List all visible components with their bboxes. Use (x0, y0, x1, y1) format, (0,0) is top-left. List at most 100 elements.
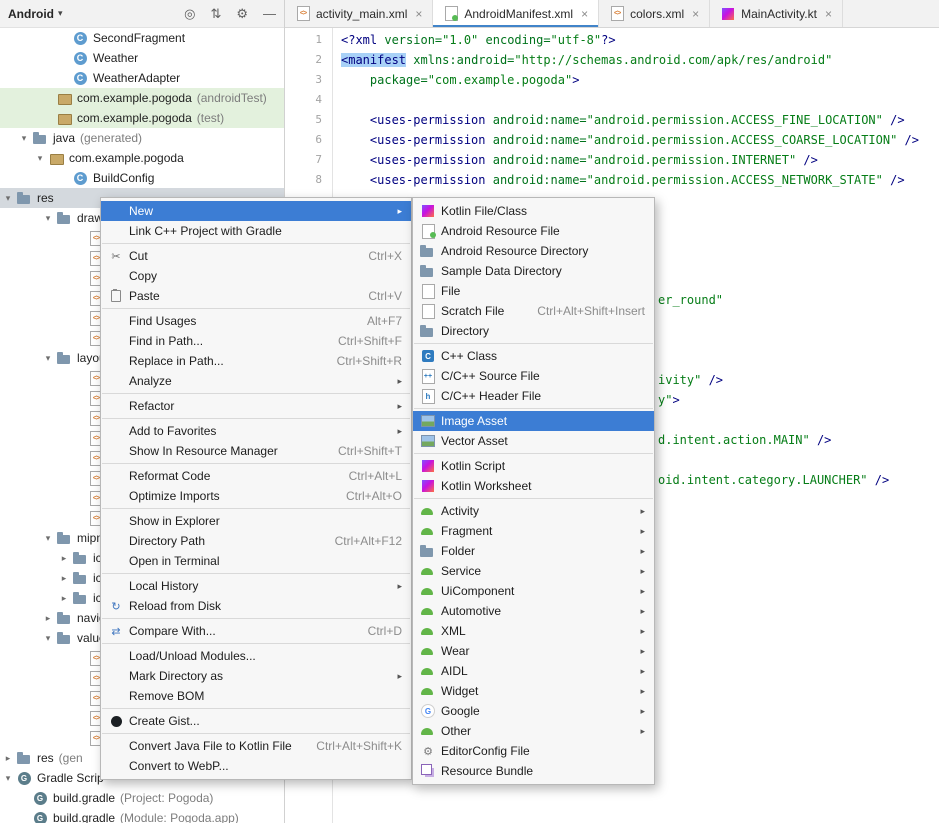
tree-item-com-example-pogoda[interactable]: com.example.pogoda(androidTest) (0, 88, 284, 108)
tab-colors-xml[interactable]: colors.xml× (599, 0, 710, 27)
tab-activity-main-xml[interactable]: activity_main.xml× (285, 0, 433, 27)
submenu-item-kotlin-script[interactable]: Kotlin Script (413, 456, 654, 476)
expand-arrow-icon[interactable]: ▸ (0, 753, 16, 764)
menu-item-paste[interactable]: PasteCtrl+V (101, 286, 411, 306)
expand-arrow-icon[interactable]: ▸ (56, 593, 72, 604)
expand-arrow-icon[interactable]: ▾ (40, 633, 56, 644)
submenu-item-vector-asset[interactable]: Vector Asset (413, 431, 654, 451)
menu-item-add-to-favorites[interactable]: Add to Favorites▸ (101, 421, 411, 441)
submenu-item-scratch-file[interactable]: Scratch FileCtrl+Alt+Shift+Insert (413, 301, 654, 321)
code-fragment[interactable]: y"> (658, 390, 680, 410)
expand-arrow-icon[interactable]: ▾ (16, 133, 32, 144)
menu-item-directory-path[interactable]: Directory PathCtrl+Alt+F12 (101, 531, 411, 551)
menu-item-cut[interactable]: CutCtrl+X (101, 246, 411, 266)
menu-item-compare-with[interactable]: Compare With...Ctrl+D (101, 621, 411, 641)
code-line[interactable]: <uses-permission android:name="android.p… (341, 110, 939, 130)
submenu-item-xml[interactable]: XML▸ (413, 621, 654, 641)
menu-item-reformat-code[interactable]: Reformat CodeCtrl+Alt+L (101, 466, 411, 486)
menu-item-show-in-resource-manager[interactable]: Show In Resource ManagerCtrl+Shift+T (101, 441, 411, 461)
tab-androidmanifest-xml[interactable]: AndroidManifest.xml× (433, 0, 599, 27)
submenu-item-image-asset[interactable]: Image Asset (413, 411, 654, 431)
tree-item-java[interactable]: ▾java(generated) (0, 128, 284, 148)
menu-item-remove-bom[interactable]: Remove BOM (101, 686, 411, 706)
expand-arrow-icon[interactable]: ▸ (56, 573, 72, 584)
submenu-item-google[interactable]: Google▸ (413, 701, 654, 721)
submenu-item-automotive[interactable]: Automotive▸ (413, 601, 654, 621)
submenu-item-uicomponent[interactable]: UiComponent▸ (413, 581, 654, 601)
submenu-item-sample-data-directory[interactable]: Sample Data Directory (413, 261, 654, 281)
expand-arrow-icon[interactable]: ▸ (40, 613, 56, 624)
tree-item-buildconfig[interactable]: BuildConfig (0, 168, 284, 188)
code-fragment[interactable]: er_round" (658, 290, 723, 310)
menu-item-open-in-terminal[interactable]: Open in Terminal (101, 551, 411, 571)
expand-arrow-icon[interactable]: ▾ (0, 193, 16, 204)
menu-item-show-in-explorer[interactable]: Show in Explorer (101, 511, 411, 531)
menu-item-optimize-imports[interactable]: Optimize ImportsCtrl+Alt+O (101, 486, 411, 506)
code-line[interactable] (341, 90, 939, 110)
expand-arrow-icon[interactable]: ▾ (0, 773, 16, 784)
menu-item-local-history[interactable]: Local History▸ (101, 576, 411, 596)
menu-item-copy[interactable]: Copy (101, 266, 411, 286)
submenu-item-c-class[interactable]: C++ Class (413, 346, 654, 366)
submenu-item-kotlin-worksheet[interactable]: Kotlin Worksheet (413, 476, 654, 496)
menu-item-refactor[interactable]: Refactor▸ (101, 396, 411, 416)
tree-item-secondfragment[interactable]: SecondFragment (0, 28, 284, 48)
submenu-item-directory[interactable]: Directory (413, 321, 654, 341)
submenu-item-c-c-header-file[interactable]: C/C++ Header File (413, 386, 654, 406)
hide-panel-icon[interactable]: — (263, 6, 276, 22)
tree-item-weather[interactable]: Weather (0, 48, 284, 68)
menu-item-new[interactable]: New▸ (101, 201, 411, 221)
code-line[interactable]: <uses-permission android:name="android.p… (341, 170, 939, 190)
submenu-item-widget[interactable]: Widget▸ (413, 681, 654, 701)
tab-close-icon[interactable]: × (581, 7, 588, 21)
tab-close-icon[interactable]: × (415, 7, 422, 21)
code-line[interactable]: <uses-permission android:name="android.p… (341, 150, 939, 170)
menu-item-find-in-path[interactable]: Find in Path...Ctrl+Shift+F (101, 331, 411, 351)
expand-arrow-icon[interactable]: ▾ (40, 353, 56, 364)
menu-item-reload-from-disk[interactable]: Reload from Disk (101, 596, 411, 616)
code-fragment[interactable]: oid.intent.category.LAUNCHER" /> (658, 470, 889, 490)
menu-item-create-gist[interactable]: Create Gist... (101, 711, 411, 731)
submenu-item-aidl[interactable]: AIDL▸ (413, 661, 654, 681)
submenu-item-editorconfig-file[interactable]: EditorConfig File (413, 741, 654, 761)
menu-item-link-c-project-with-gradle[interactable]: Link C++ Project with Gradle (101, 221, 411, 241)
tree-item-com-example-pogoda[interactable]: com.example.pogoda(test) (0, 108, 284, 128)
settings-gear-icon[interactable]: ⚙ (236, 6, 248, 22)
expand-arrow-icon[interactable]: ▾ (40, 213, 56, 224)
expand-arrow-icon[interactable]: ▾ (32, 153, 48, 164)
code-line[interactable]: package="com.example.pogoda"> (341, 70, 939, 90)
submenu-item-wear[interactable]: Wear▸ (413, 641, 654, 661)
expand-arrow-icon[interactable]: ▾ (40, 533, 56, 544)
submenu-item-android-resource-directory[interactable]: Android Resource Directory (413, 241, 654, 261)
locate-file-icon[interactable]: ◎ (184, 6, 195, 22)
menu-item-convert-to-webp[interactable]: Convert to WebP... (101, 756, 411, 776)
submenu-item-folder[interactable]: Folder▸ (413, 541, 654, 561)
tree-item-build-gradle[interactable]: build.gradle(Module: Pogoda.app) (0, 808, 284, 823)
project-view-selector[interactable]: Android (8, 7, 54, 21)
submenu-item-fragment[interactable]: Fragment▸ (413, 521, 654, 541)
code-line[interactable]: <?xml version="1.0" encoding="utf-8"?> (341, 30, 939, 50)
menu-item-analyze[interactable]: Analyze▸ (101, 371, 411, 391)
submenu-item-file[interactable]: File (413, 281, 654, 301)
code-fragment[interactable]: d.intent.action.MAIN" /> (658, 430, 831, 450)
tree-item-weatheradapter[interactable]: WeatherAdapter (0, 68, 284, 88)
tab-mainactivity-kt[interactable]: MainActivity.kt× (710, 0, 843, 27)
menu-item-mark-directory-as[interactable]: Mark Directory as▸ (101, 666, 411, 686)
code-fragment[interactable]: ivity" /> (658, 370, 723, 390)
tree-item-com-example-pogoda[interactable]: ▾com.example.pogoda (0, 148, 284, 168)
submenu-item-other[interactable]: Other▸ (413, 721, 654, 741)
submenu-item-c-c-source-file[interactable]: C/C++ Source File (413, 366, 654, 386)
tab-close-icon[interactable]: × (825, 7, 832, 21)
submenu-item-kotlin-file-class[interactable]: Kotlin File/Class (413, 201, 654, 221)
submenu-item-service[interactable]: Service▸ (413, 561, 654, 581)
code-line[interactable]: <uses-permission android:name="android.p… (341, 130, 939, 150)
menu-item-convert-java-file-to-kotlin-file[interactable]: Convert Java File to Kotlin FileCtrl+Alt… (101, 736, 411, 756)
menu-item-load-unload-modules[interactable]: Load/Unload Modules... (101, 646, 411, 666)
code-line[interactable]: <manifest xmlns:android="http://schemas.… (341, 50, 939, 70)
collapse-all-icon[interactable]: ⇅ (210, 6, 221, 22)
submenu-item-resource-bundle[interactable]: Resource Bundle (413, 761, 654, 781)
tab-close-icon[interactable]: × (692, 7, 699, 21)
submenu-item-activity[interactable]: Activity▸ (413, 501, 654, 521)
menu-item-replace-in-path[interactable]: Replace in Path...Ctrl+Shift+R (101, 351, 411, 371)
submenu-item-android-resource-file[interactable]: Android Resource File (413, 221, 654, 241)
